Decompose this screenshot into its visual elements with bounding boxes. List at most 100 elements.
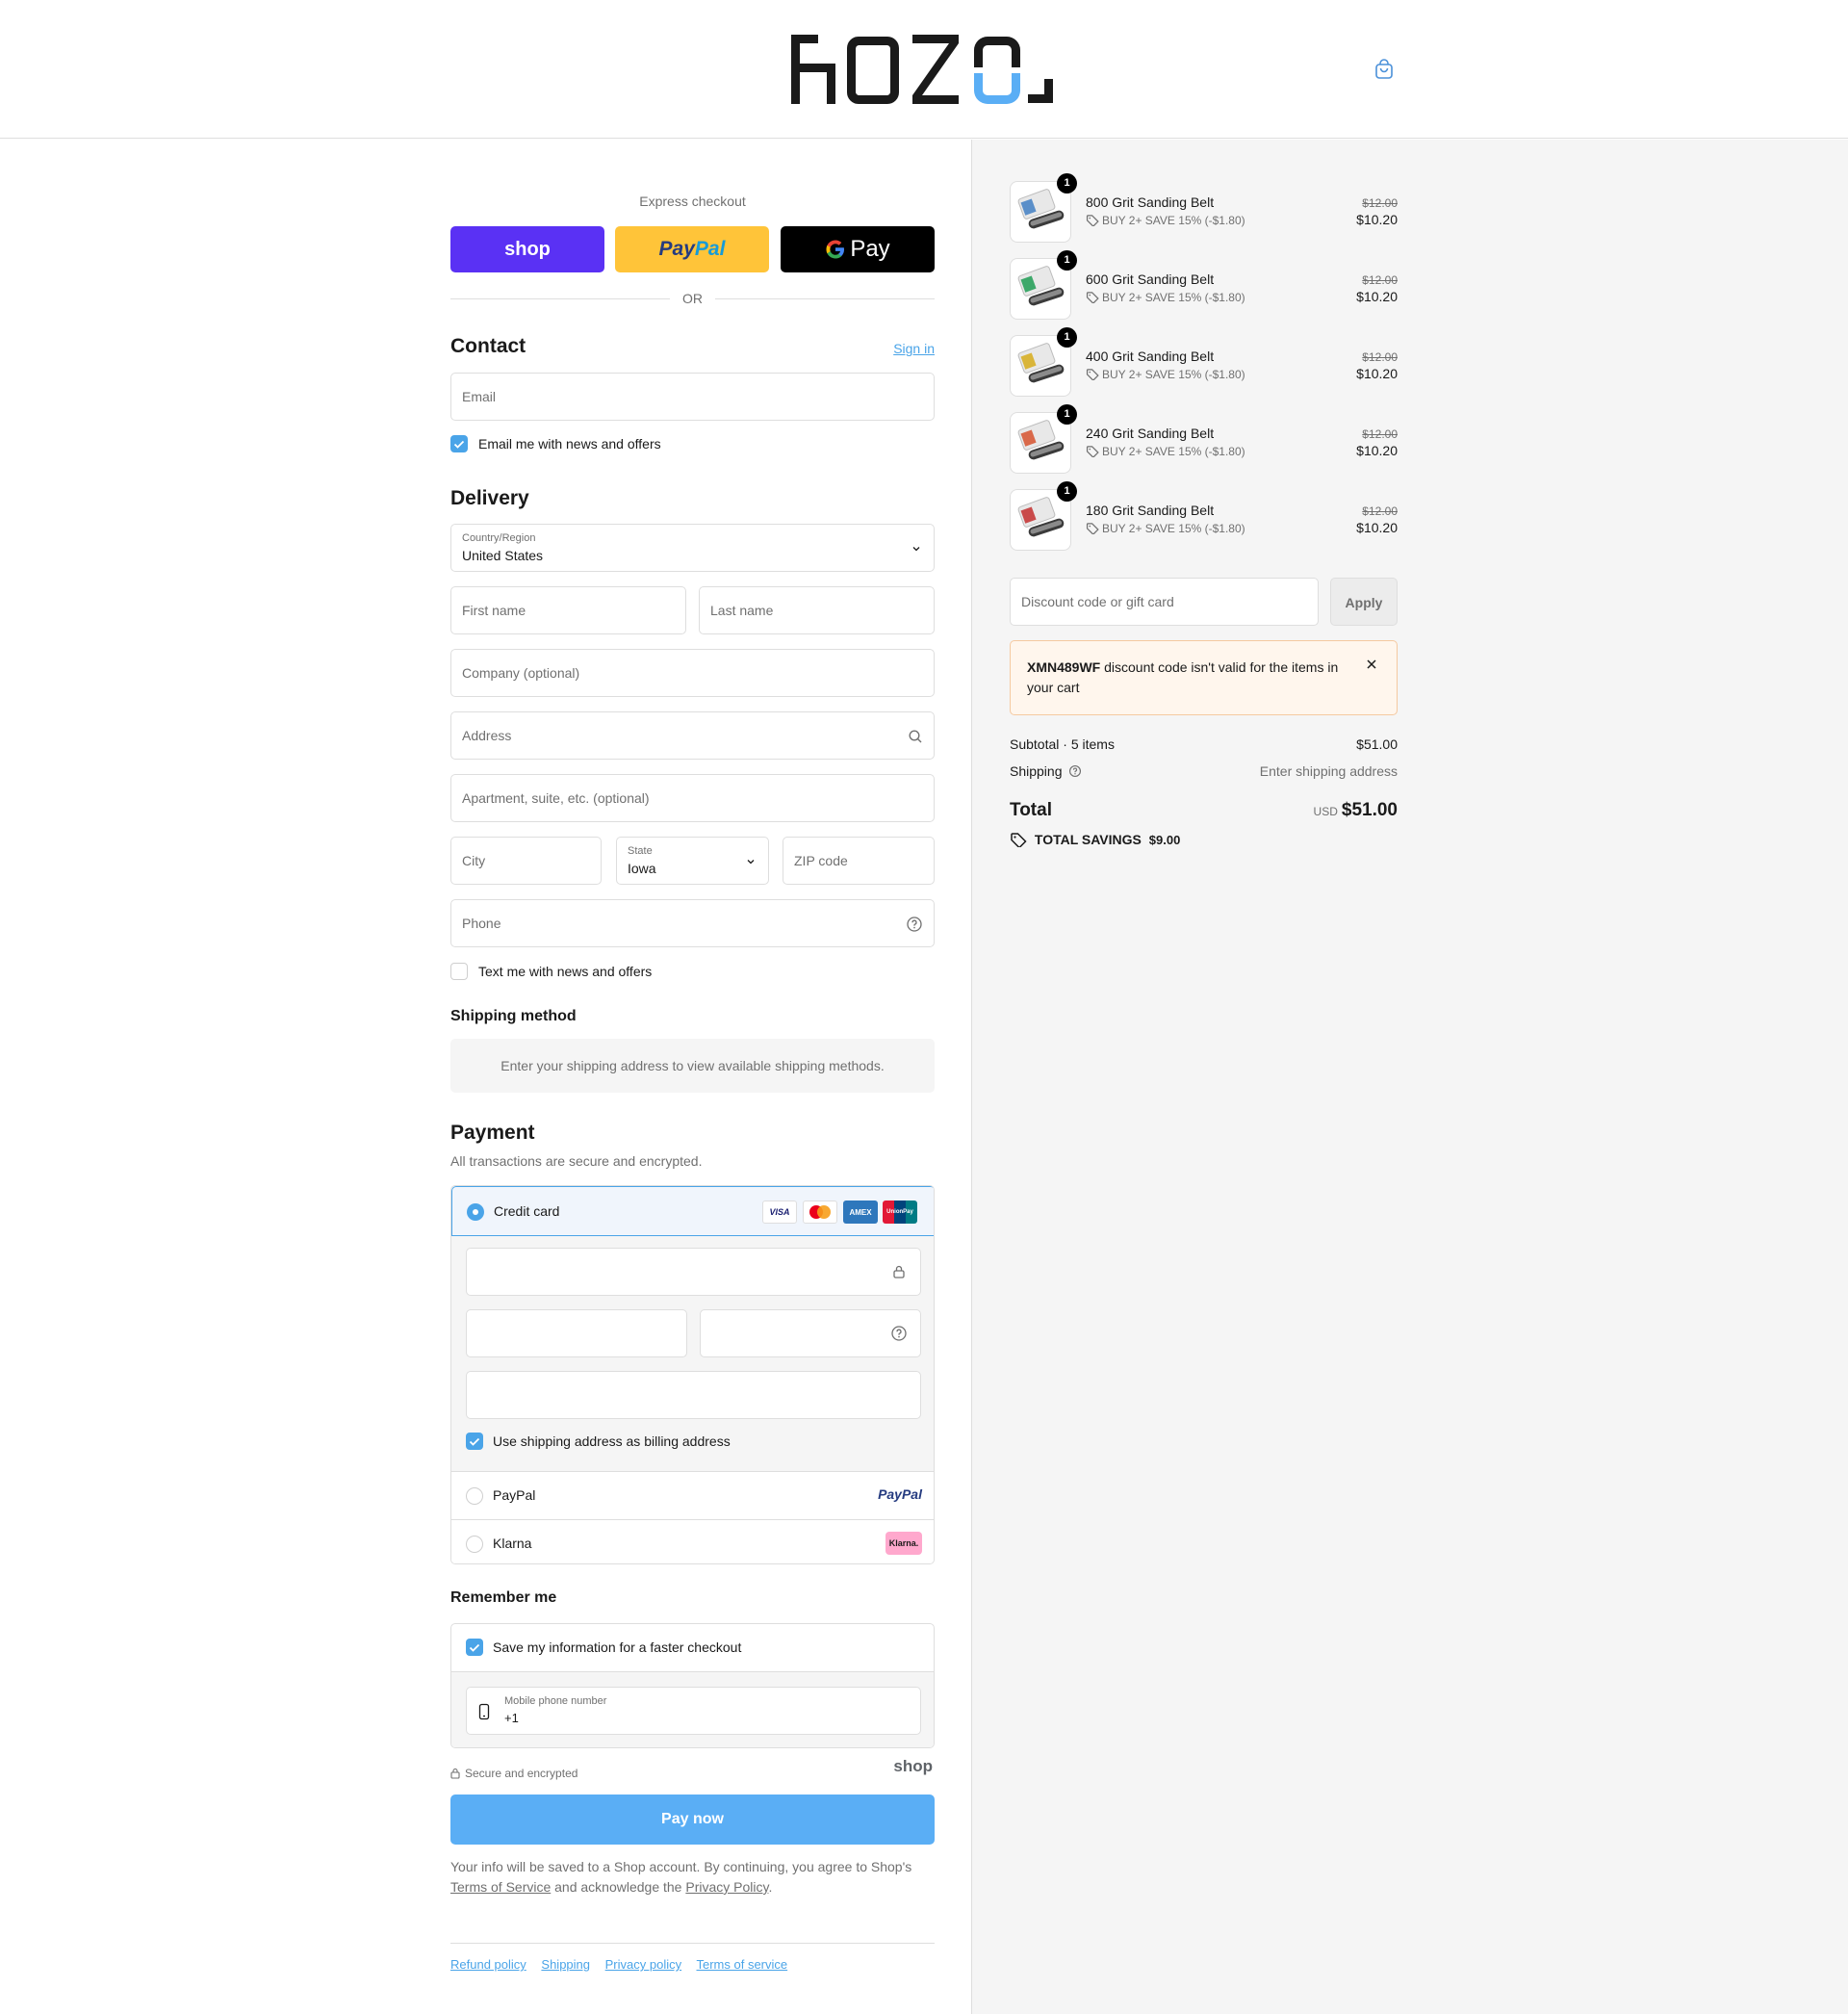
address-field[interactable]: Address: [450, 711, 935, 760]
terms-of-service-link[interactable]: Terms of service: [697, 1957, 788, 1972]
paypal-button[interactable]: Pay Pal: [615, 226, 769, 272]
help-circle-icon[interactable]: [906, 916, 923, 933]
quantity-badge: 1: [1057, 404, 1077, 425]
city-field[interactable]: City: [450, 837, 602, 885]
discount-code-field[interactable]: Discount code or gift card: [1010, 578, 1319, 626]
privacy-link[interactable]: Privacy Policy: [685, 1879, 768, 1895]
billing-address-checkbox[interactable]: [466, 1433, 483, 1450]
paypal-option-label: PayPal: [493, 1487, 536, 1503]
klarna-radio[interactable]: [466, 1536, 483, 1553]
card-number-field[interactable]: [466, 1248, 921, 1296]
paypal-label-pal: Pal: [694, 238, 726, 260]
discounted-price: $10.20: [1356, 212, 1398, 227]
cart-item: 1 240 Grit Sanding Belt BUY 2+ SAVE 15% (-…: [1010, 404, 1398, 476]
subtotal-row: Subtotal · 5 items $51.00: [1010, 736, 1398, 752]
text-news-checkbox[interactable]: [450, 963, 468, 980]
visa-icon: VISA: [762, 1201, 797, 1224]
state-select[interactable]: State Iowa: [616, 837, 769, 885]
subtotal-value: $51.00: [1356, 736, 1398, 752]
first-name-field[interactable]: First name: [450, 586, 686, 634]
discounted-price: $10.20: [1356, 366, 1398, 381]
sign-in-link[interactable]: Sign in: [893, 341, 935, 356]
save-info-label: Save my information for a faster checkou…: [493, 1640, 742, 1655]
chevron-down-icon: [912, 547, 920, 552]
country-label: Country/Region: [462, 532, 536, 544]
amex-icon: AMEX: [843, 1201, 878, 1224]
lock-icon: [893, 1265, 905, 1278]
search-icon: [909, 730, 922, 743]
help-circle-icon[interactable]: [1068, 764, 1082, 778]
legal-text-1: Your info will be saved to a Shop accoun…: [450, 1859, 912, 1874]
state-value: Iowa: [628, 861, 656, 876]
product-discount: BUY 2+ SAVE 15% (-$1.80): [1086, 522, 1245, 535]
total-label: Total: [1010, 800, 1052, 820]
original-price: $12.00: [1362, 350, 1398, 364]
quantity-badge: 1: [1057, 250, 1077, 271]
unionpay-icon: UnionPay: [883, 1201, 917, 1224]
cart-item: 1 400 Grit Sanding Belt BUY 2+ SAVE 15% (-…: [1010, 327, 1398, 399]
security-code-field[interactable]: [700, 1309, 921, 1357]
product-discount-label: BUY 2+ SAVE 15% (-$1.80): [1102, 445, 1245, 458]
help-circle-icon[interactable]: [890, 1325, 908, 1342]
delivery-heading: Delivery: [450, 487, 529, 509]
terms-link[interactable]: Terms of Service: [450, 1879, 551, 1895]
country-select[interactable]: Country/Region United States: [450, 524, 935, 572]
klarna-option[interactable]: Klarna Klarna.: [451, 1519, 934, 1563]
product-discount: BUY 2+ SAVE 15% (-$1.80): [1086, 445, 1245, 458]
discounted-price: $10.20: [1356, 443, 1398, 458]
mobile-value: +1: [504, 1711, 519, 1725]
tag-icon: [1086, 523, 1099, 535]
city-placeholder: City: [462, 853, 486, 868]
apartment-field[interactable]: Apartment, suite, etc. (optional): [450, 774, 935, 822]
close-icon[interactable]: [1365, 658, 1378, 671]
apply-button[interactable]: Apply: [1330, 578, 1398, 626]
footer-links: Refund policy Shipping Privacy policy Te…: [450, 1943, 935, 1972]
original-price: $12.00: [1362, 504, 1398, 518]
refund-policy-link[interactable]: Refund policy: [450, 1957, 526, 1972]
shop-pay-button[interactable]: shop: [450, 226, 604, 272]
credit-card-label: Credit card: [494, 1203, 560, 1219]
mobile-phone-icon: [478, 1703, 490, 1720]
tag-icon: [1086, 446, 1099, 458]
legal-end: .: [768, 1879, 773, 1895]
shopping-bag-icon[interactable]: [1373, 58, 1396, 81]
total-savings-row: TOTAL SAVINGS $9.00: [1010, 832, 1398, 849]
billing-address-label: Use shipping address as billing address: [493, 1433, 731, 1449]
email-field[interactable]: Email: [450, 373, 935, 421]
phone-field[interactable]: Phone: [450, 899, 935, 947]
name-on-card-field[interactable]: [466, 1371, 921, 1419]
company-field[interactable]: Company (optional): [450, 649, 935, 697]
privacy-policy-link[interactable]: Privacy policy: [605, 1957, 681, 1972]
google-g-icon: [826, 240, 845, 259]
original-price: $12.00: [1362, 273, 1398, 287]
save-info-checkbox[interactable]: [466, 1639, 483, 1656]
shop-pay-label: shop: [504, 238, 551, 260]
or-label: OR: [682, 291, 703, 306]
mobile-phone-field[interactable]: Mobile phone number +1: [466, 1687, 921, 1735]
pay-now-button[interactable]: Pay now: [450, 1795, 935, 1845]
google-pay-button[interactable]: Pay: [781, 226, 935, 272]
product-name: 600 Grit Sanding Belt: [1086, 271, 1215, 287]
total-row: Total USD $51.00: [1010, 800, 1398, 829]
shipping-row: Shipping Enter shipping address: [1010, 763, 1398, 779]
remember-me-box: Save my information for a faster checkou…: [450, 1623, 935, 1748]
hozo-logo[interactable]: [789, 29, 1055, 110]
credit-card-radio[interactable]: [467, 1203, 484, 1221]
paypal-radio[interactable]: [466, 1487, 483, 1505]
payment-subtitle: All transactions are secure and encrypte…: [450, 1153, 703, 1169]
currency-label: USD: [1313, 805, 1338, 818]
zip-field[interactable]: ZIP code: [783, 837, 935, 885]
product-name: 180 Grit Sanding Belt: [1086, 503, 1215, 518]
paypal-option[interactable]: PayPal PayPal: [451, 1471, 934, 1519]
expiry-field[interactable]: [466, 1309, 687, 1357]
paypal-logo-icon: PayPal: [878, 1486, 922, 1502]
credit-card-option[interactable]: Credit card VISA AMEX UnionPay: [451, 1186, 934, 1236]
original-price: $12.00: [1362, 196, 1398, 210]
email-news-checkbox[interactable]: [450, 435, 468, 452]
zip-placeholder: ZIP code: [794, 853, 848, 868]
cart-item: 1 800 Grit Sanding Belt BUY 2+ SAVE 15% (-…: [1010, 173, 1398, 245]
last-name-field[interactable]: Last name: [699, 586, 935, 634]
tag-icon: [1086, 369, 1099, 381]
shipping-link[interactable]: Shipping: [541, 1957, 590, 1972]
country-value: United States: [462, 548, 544, 563]
